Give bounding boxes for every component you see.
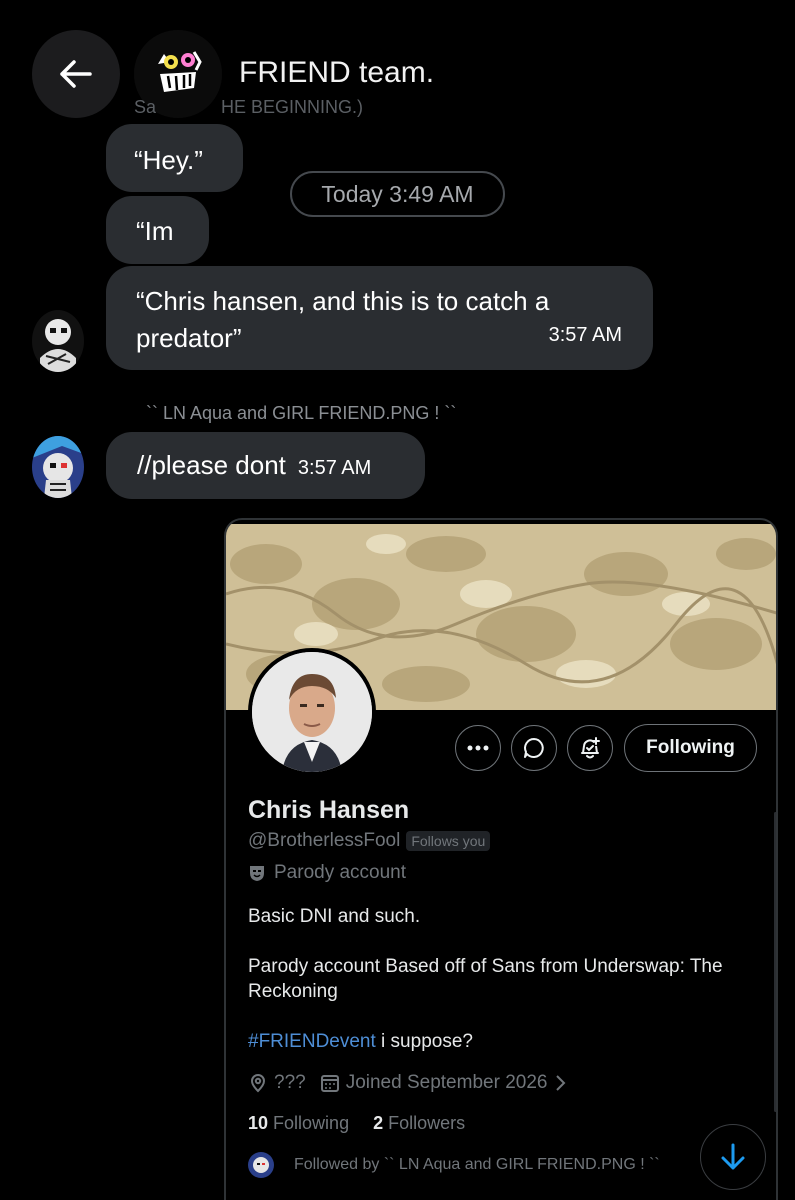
followers-count-link[interactable]: 2 Followers <box>373 1113 465 1134</box>
message-button[interactable] <box>511 725 557 771</box>
followers-count: 2 <box>373 1113 384 1133</box>
faded-sender-name: Sa HE BEGINNING.) <box>134 97 363 118</box>
back-button[interactable] <box>32 30 120 118</box>
chat-title: FRIEND team. <box>239 56 435 89</box>
bio-line: Basic DNI and such. <box>248 906 421 927</box>
followed-by-row[interactable]: Followed by `` LN Aqua and GIRL FRIEND.P… <box>248 1152 660 1178</box>
bio-text: i suppose? <box>375 1031 473 1052</box>
location-text: ??? <box>274 1072 306 1093</box>
following-count: 10 <box>248 1113 269 1133</box>
follows-you-badge: Follows you <box>406 831 491 851</box>
profile-picture[interactable] <box>248 648 376 776</box>
message-bubble[interactable]: “Chris hansen, and this is to catch a pr… <box>106 266 653 370</box>
profile-meta: ??? Joined September 2026 <box>248 1072 581 1094</box>
faded-sender-name-start: Sa <box>134 97 157 117</box>
scrollbar[interactable] <box>774 812 776 1112</box>
notifications-button[interactable] <box>567 725 613 771</box>
profile-handle: @BrotherlessFool <box>248 830 401 851</box>
follow-counts: 10 Following 2 Followers <box>248 1113 465 1134</box>
scroll-to-bottom-button[interactable] <box>700 1124 766 1190</box>
following-button[interactable]: Following <box>624 724 757 772</box>
sender-name: `` LN Aqua and GIRL FRIEND.PNG ! `` <box>146 403 457 423</box>
chevron-right-icon <box>556 1075 566 1091</box>
sender-avatar-image <box>32 310 84 372</box>
more-icon <box>467 745 489 751</box>
message-text: “Hey.” <box>134 145 203 175</box>
message-time: 3:57 AM <box>548 324 622 346</box>
followers-label: Followers <box>388 1113 466 1133</box>
message-time: 3:57 AM <box>297 457 372 479</box>
profile-card[interactable]: Following Chris Hansen @BrotherlessFool … <box>224 518 778 1200</box>
bell-plus-icon <box>581 737 600 759</box>
following-label: Following <box>273 1113 350 1133</box>
following-count-link[interactable]: 10 Following <box>248 1113 349 1134</box>
joined-item[interactable]: Joined September 2026 <box>320 1072 568 1094</box>
bio-line: #FRIENDevent i suppose? <box>248 1029 758 1054</box>
message-text: //please dont <box>137 450 286 480</box>
message-bubble[interactable]: //please dont 3:57 AM <box>106 432 425 499</box>
message-text: “Chris hansen, and this is to catch a pr… <box>136 286 550 353</box>
calendar-icon <box>320 1075 339 1092</box>
arrow-left-icon <box>60 60 92 88</box>
followed-by-avatar <box>248 1152 274 1178</box>
location-item: ??? <box>248 1072 306 1094</box>
sender-avatar-image <box>32 436 84 498</box>
faded-sender-name-end: HE BEGINNING.) <box>221 97 364 117</box>
bio-line: Parody account Based off of Sans from Un… <box>248 956 723 1002</box>
message-text: “Im <box>136 216 174 246</box>
profile-handle-row: @BrotherlessFool Follows you <box>248 830 491 852</box>
parody-mask-icon <box>250 866 264 881</box>
profile-bio: Basic DNI and such. Parody account Based… <box>248 904 758 1079</box>
message-bubble[interactable]: “Hey.” <box>106 124 243 192</box>
profile-picture-image <box>252 652 372 772</box>
date-separator: Today 3:49 AM <box>290 171 505 217</box>
profile-name: Chris Hansen <box>248 796 410 824</box>
sender-avatar[interactable] <box>32 436 84 498</box>
sender-avatar[interactable] <box>32 310 84 372</box>
joined-text: Joined September 2026 <box>345 1072 548 1093</box>
message-icon <box>524 738 544 758</box>
parody-label: Parody account <box>274 862 407 883</box>
hashtag-link[interactable]: #FRIENDevent <box>248 1031 376 1052</box>
message-bubble[interactable]: “Im <box>106 196 209 264</box>
followed-by-text: Followed by `` LN Aqua and GIRL FRIEND.P… <box>294 1156 660 1173</box>
parody-label-row: Parody account <box>248 862 406 884</box>
more-options-button[interactable] <box>455 725 501 771</box>
location-pin-icon <box>250 1073 266 1093</box>
followed-by-avatar-image <box>248 1152 274 1178</box>
arrow-down-icon <box>721 1143 745 1170</box>
